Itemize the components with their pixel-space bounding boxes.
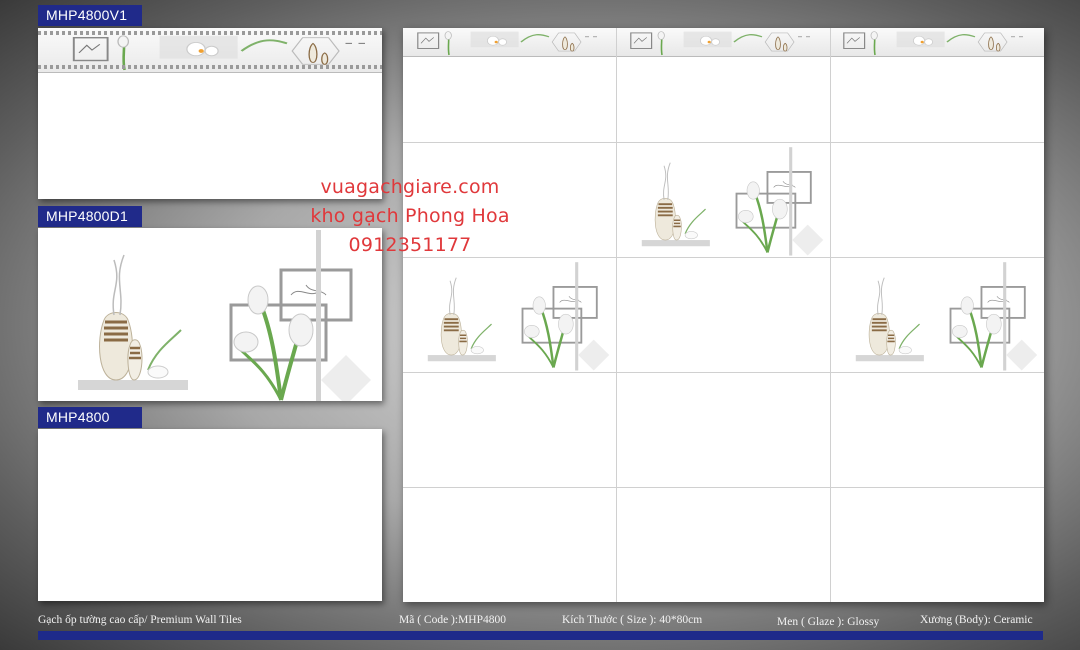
tile-plain[interactable]: [38, 429, 382, 601]
watermark-phone: 0912351177: [348, 234, 472, 256]
tile-border-v1[interactable]: [38, 28, 382, 199]
footer-code: Mã ( Code ):MHP4800: [399, 614, 507, 626]
border-strip: [38, 28, 382, 73]
wall-preview: [403, 28, 1044, 602]
watermark-website: vuagachgiare.com: [320, 176, 500, 198]
footer-title: Gạch ốp tường cao cấp/ Premium Wall Tile…: [38, 614, 242, 626]
footer-bar: [38, 631, 1043, 640]
tile-label-d1: MHP4800D1: [38, 206, 142, 227]
wall-border-row: [403, 28, 1044, 57]
tile-label-v1: MHP4800V1: [38, 5, 142, 26]
wall-decor-tile-icon: [854, 260, 1039, 372]
footer-body: Xương (Body): Ceramic: [920, 614, 1033, 626]
tile-label-plain: MHP4800: [38, 407, 142, 428]
footer-glaze: Men ( Glaze ): Glossy: [777, 616, 880, 628]
border-pattern-icon: [416, 30, 1024, 56]
wall-decor-tile-icon: [426, 260, 611, 372]
wall-decor-tile-icon: [640, 145, 825, 257]
footer-size: Kích Thước ( Size ): 40*80cm: [562, 614, 703, 626]
watermark-store: kho gạch Phong Hoa: [310, 205, 510, 227]
